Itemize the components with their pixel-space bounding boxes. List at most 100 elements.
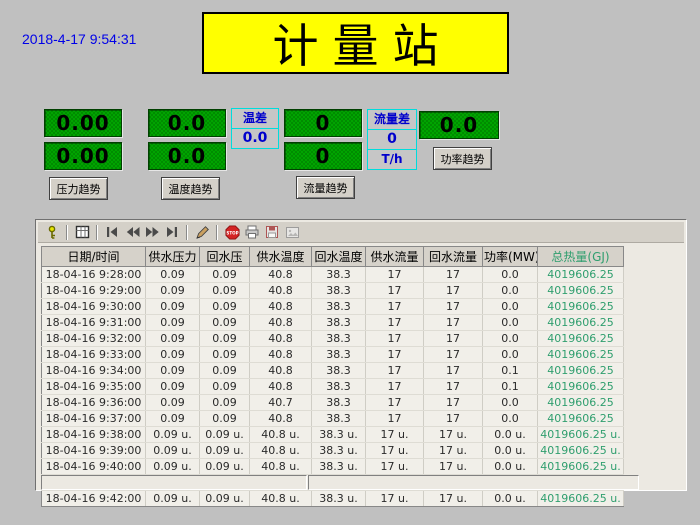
first-record-icon[interactable] [102,224,122,241]
pressure-trend-button[interactable]: 压力趋势 [49,177,108,200]
image-icon[interactable] [282,224,302,241]
status-panel-right [308,475,639,490]
table-cell: 40.8 [250,411,312,427]
table-cell: 0.0 [483,347,538,363]
table-cell: 17 [366,347,424,363]
table-cell: 17 [424,347,483,363]
toolbar-separator [186,225,188,240]
table-cell: 40.8 [250,267,312,283]
edit-pencil-icon[interactable] [192,224,212,241]
table-cell: 17 [366,331,424,347]
save-icon[interactable] [262,224,282,241]
temperature-trend-button[interactable]: 温度趋势 [161,177,220,200]
table-cell: 17 [366,299,424,315]
table-row[interactable]: 18-04-16 9:36:000.090.0940.738.317170.04… [42,395,624,411]
column-header[interactable]: 供水压力 [146,247,200,267]
table-row[interactable]: 18-04-16 9:30:000.090.0940.838.317170.04… [42,299,624,315]
table-cell: 0.09 u. [200,427,250,443]
table-cell: 18-04-16 9:30:00 [42,299,146,315]
flow-trend-button[interactable]: 流量趋势 [296,176,355,199]
column-header[interactable]: 日期/时间 [42,247,146,267]
table-cell: 18-04-16 9:29:00 [42,283,146,299]
table-row[interactable]: 18-04-16 9:32:000.090.0940.838.317170.04… [42,331,624,347]
table-cell: 18-04-16 9:40:00 [42,459,146,475]
table-row[interactable]: 18-04-16 9:31:000.090.0940.838.317170.04… [42,315,624,331]
table-cell: 0.0 [483,267,538,283]
table-cell: 40.8 u. [250,443,312,459]
table-cell: 17 [424,315,483,331]
table-cell: 0.09 [200,283,250,299]
supply-flow-display: 0 [284,109,362,137]
return-flow-display: 0 [284,142,362,170]
table-cell: 17 [366,379,424,395]
table-cell: 38.3 u. [312,427,366,443]
table-cell: 17 u. [424,491,483,507]
table-cell: 0.0 u. [483,427,538,443]
table-cell: 17 [366,363,424,379]
column-header[interactable]: 回水压 [200,247,250,267]
metering-station-screen: 2018-4-17 9:54:31 计量站 0.00 0.00 0.0 0.0 … [0,0,700,525]
table-row[interactable]: 18-04-16 9:34:000.090.0940.838.317170.14… [42,363,624,379]
table-row[interactable]: 18-04-16 9:28:000.090.0940.838.317170.04… [42,267,624,283]
table-cell: 4019606.25 u. [538,427,624,443]
table-cell: 38.3 [312,379,366,395]
table-cell: 40.8 u. [250,427,312,443]
table-cell: 38.3 [312,395,366,411]
column-header[interactable]: 回水流量 [424,247,483,267]
column-header[interactable]: 供水温度 [250,247,312,267]
table-cell: 17 u. [424,427,483,443]
stop-icon[interactable]: STOP [222,224,242,241]
column-header[interactable]: 回水温度 [312,247,366,267]
table-header-row: 日期/时间供水压力回水压供水温度回水温度供水流量回水流量功率(MW)总热量(GJ… [42,247,624,267]
table-cell: 17 [424,395,483,411]
table-cell: 17 u. [424,459,483,475]
table-cell: 4019606.25 [538,315,624,331]
table-cell: 40.8 [250,283,312,299]
flow-diff-unit: T/h [368,150,416,169]
column-header[interactable]: 功率(MW) [483,247,538,267]
grid-icon[interactable] [72,224,92,241]
table-cell: 0.0 [483,331,538,347]
table-row[interactable]: 18-04-16 9:37:000.090.0940.838.317170.04… [42,411,624,427]
toolbar-separator [96,225,98,240]
temp-diff-label: 温差 [232,109,278,129]
table-cell: 0.09 [146,267,200,283]
prev-record-icon[interactable] [122,224,142,241]
table-row[interactable]: 18-04-16 9:29:000.090.0940.838.317170.04… [42,283,624,299]
column-header[interactable]: 总热量(GJ) [538,247,624,267]
table-cell: 38.3 [312,411,366,427]
table-cell: 0.09 [146,299,200,315]
table-cell: 4019606.25 [538,411,624,427]
table-cell: 4019606.25 [538,363,624,379]
table-cell: 0.0 [483,315,538,331]
grid-toolbar: STOP [38,222,684,243]
supply-temp-display: 0.0 [148,109,226,137]
power-trend-button[interactable]: 功率趋势 [433,147,492,170]
table-row[interactable]: 18-04-16 9:33:000.090.0940.838.317170.04… [42,347,624,363]
table-cell: 0.09 [200,315,250,331]
table-row[interactable]: 18-04-16 9:42:000.09 u.0.09 u.40.8 u.38.… [42,491,624,507]
toolbar-separator [216,225,218,240]
last-record-icon[interactable] [162,224,182,241]
table-cell: 0.0 [483,299,538,315]
table-row[interactable]: 18-04-16 9:39:000.09 u.0.09 u.40.8 u.38.… [42,443,624,459]
table-cell: 0.09 [146,411,200,427]
table-cell: 38.3 [312,347,366,363]
table-row[interactable]: 18-04-16 9:40:000.09 u.0.09 u.40.8 u.38.… [42,459,624,475]
table-cell: 0.0 u. [483,459,538,475]
column-header[interactable]: 供水流量 [366,247,424,267]
next-record-icon[interactable] [142,224,162,241]
table-row[interactable]: 18-04-16 9:38:000.09 u.0.09 u.40.8 u.38.… [42,427,624,443]
table-cell: 0.1 [483,363,538,379]
table-cell: 40.8 u. [250,459,312,475]
table-cell: 4019606.25 u. [538,459,624,475]
printer-icon[interactable] [242,224,262,241]
table-cell: 4019606.25 [538,331,624,347]
table-cell: 17 u. [366,427,424,443]
table-cell: 0.09 [146,395,200,411]
table-cell: 17 [366,395,424,411]
key-icon[interactable] [42,224,62,241]
table-cell: 38.3 [312,315,366,331]
table-cell: 38.3 u. [312,459,366,475]
table-row[interactable]: 18-04-16 9:35:000.090.0940.838.317170.14… [42,379,624,395]
